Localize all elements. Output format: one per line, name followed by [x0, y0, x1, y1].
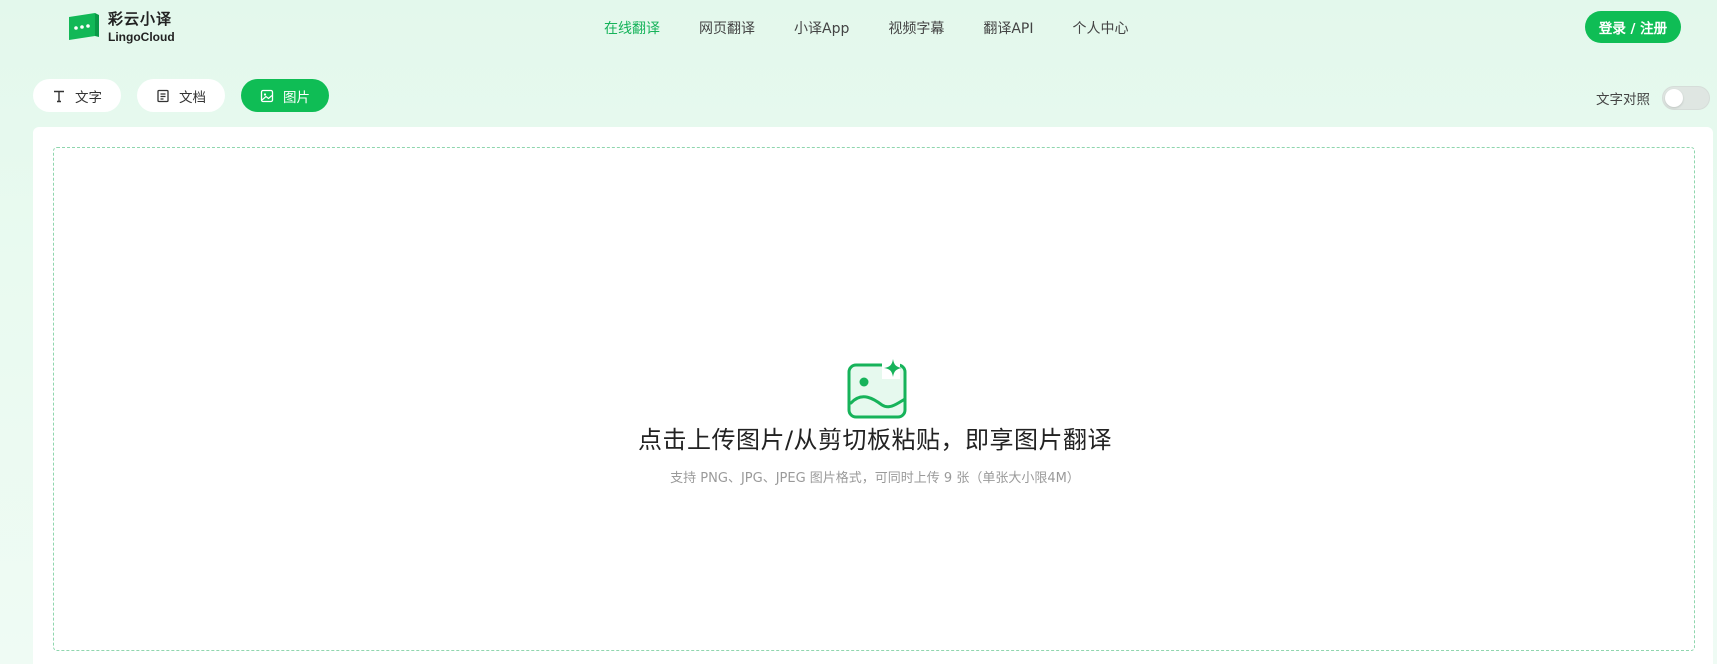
logo-text: 彩云小译 LingoCloud — [108, 9, 175, 44]
login-register-button[interactable]: 登录 / 注册 — [1585, 11, 1681, 43]
tab-image-label: 图片 — [283, 89, 310, 106]
logo-name-en: LingoCloud — [108, 29, 175, 44]
toggle-knob — [1665, 89, 1683, 107]
document-icon — [156, 89, 170, 103]
image-upload-icon — [847, 359, 907, 419]
logo-flag-icon — [69, 13, 99, 40]
nav-translate-api[interactable]: 翻译API — [983, 18, 1033, 38]
header: 彩云小译 LingoCloud 在线翻译 网页翻译 小译App 视频字幕 翻译A… — [0, 0, 1717, 56]
image-icon — [260, 89, 274, 103]
text-compare-label: 文字对照 — [1596, 92, 1650, 108]
tab-document-label: 文档 — [179, 89, 206, 106]
nav-online-translate[interactable]: 在线翻译 — [604, 18, 660, 38]
logo-name-cn: 彩云小译 — [108, 9, 173, 28]
page: 彩云小译 LingoCloud 在线翻译 网页翻译 小译App 视频字幕 翻译A… — [0, 0, 1717, 664]
nav-video-subtitles[interactable]: 视频字幕 — [888, 18, 944, 38]
text-icon — [52, 89, 66, 103]
logo[interactable]: 彩云小译 LingoCloud — [66, 10, 175, 44]
tab-document[interactable]: 文档 — [137, 79, 225, 112]
tab-text-label: 文字 — [75, 89, 102, 106]
upload-title: 点击上传图片/从剪切板粘贴，即享图片翻译 — [637, 426, 1113, 454]
tab-text[interactable]: 文字 — [33, 79, 121, 112]
text-compare: 文字对照 — [1596, 86, 1710, 110]
nav-web-translate[interactable]: 网页翻译 — [699, 18, 755, 38]
nav-personal-center[interactable]: 个人中心 — [1073, 18, 1129, 38]
mode-tabs: 文字 文档 图片 — [33, 79, 345, 112]
image-upload-dropzone[interactable]: 点击上传图片/从剪切板粘贴，即享图片翻译 支持 PNG、JPG、JPEG 图片格… — [53, 147, 1695, 651]
main-panel: 点击上传图片/从剪切板粘贴，即享图片翻译 支持 PNG、JPG、JPEG 图片格… — [33, 127, 1713, 664]
upload-subtitle: 支持 PNG、JPG、JPEG 图片格式，可同时上传 9 张（单张大小限4M） — [670, 471, 1080, 486]
nav-app[interactable]: 小译App — [794, 18, 849, 38]
text-compare-toggle[interactable] — [1662, 86, 1710, 110]
main-nav: 在线翻译 网页翻译 小译App 视频字幕 翻译API 个人中心 — [604, 18, 1168, 38]
tab-image[interactable]: 图片 — [241, 79, 329, 112]
